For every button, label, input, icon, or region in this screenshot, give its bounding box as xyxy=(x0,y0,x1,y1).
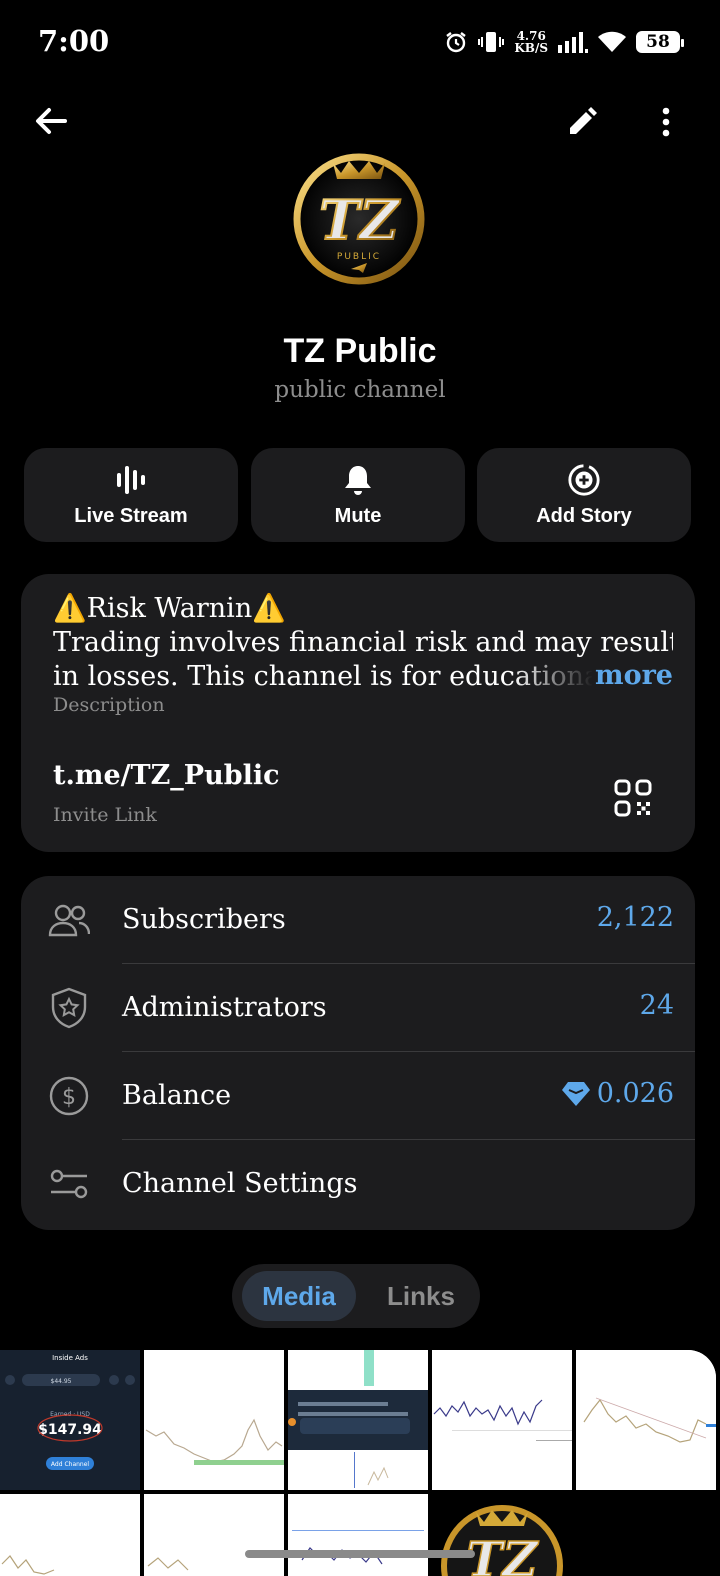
live-stream-button[interactable]: Live Stream xyxy=(24,448,238,542)
invite-link[interactable]: t.me/TZ_Public xyxy=(53,760,280,791)
tab-links[interactable]: Links xyxy=(370,1271,472,1321)
invite-link-caption: Invite Link xyxy=(53,804,157,826)
more-link[interactable]: more xyxy=(595,660,673,691)
ad-card-button: Add Channel xyxy=(51,1461,89,1468)
dollar-circle-icon: $ xyxy=(47,1074,91,1118)
svg-text:$: $ xyxy=(62,1085,76,1110)
administrators-row[interactable]: Administrators 24 xyxy=(21,964,695,1052)
alarm-icon xyxy=(444,30,468,54)
chart-screenshot xyxy=(288,1494,428,1576)
bell-icon xyxy=(341,463,375,497)
status-time: 7:00 xyxy=(38,24,110,58)
ads-screenshot: Inside Ads $44.95 Earned · USD $147.94 A… xyxy=(0,1350,140,1490)
description[interactable]: ⚠️Risk Warnin⚠️ Trading involves financi… xyxy=(53,592,673,694)
channel-type: public channel xyxy=(274,377,446,403)
qr-code-icon xyxy=(614,779,652,817)
balance-row[interactable]: $ Balance 0.026 xyxy=(21,1052,695,1140)
add-story-button[interactable]: Add Story xyxy=(477,448,691,542)
stats-card: Subscribers 2,122 Administrators 24 $ Ba… xyxy=(21,876,695,1230)
chart-screenshot xyxy=(432,1350,572,1490)
chart-screenshot xyxy=(144,1494,284,1576)
administrators-value: 24 xyxy=(639,990,674,1021)
net-speed: 4.76 KB/S xyxy=(514,30,548,54)
live-stream-icon xyxy=(114,463,148,497)
vibrate-icon xyxy=(478,30,505,54)
edit-button[interactable] xyxy=(560,100,604,144)
media-thumbnail[interactable] xyxy=(144,1494,284,1576)
info-card: ⚠️Risk Warnin⚠️ Trading involves financi… xyxy=(21,574,695,852)
add-story-label: Add Story xyxy=(536,504,632,527)
balance-label: Balance xyxy=(122,1080,232,1111)
channel-settings-row[interactable]: Channel Settings xyxy=(21,1140,695,1228)
media-thumbnail[interactable] xyxy=(576,1350,716,1490)
description-line: in losses. This channel is for education… xyxy=(53,661,593,692)
chat-screenshot xyxy=(288,1350,428,1490)
description-line: Trading involves financial risk and may … xyxy=(53,627,673,658)
channel-settings-label: Channel Settings xyxy=(122,1168,358,1199)
media-grid: Inside Ads $44.95 Earned · USD $147.94 A… xyxy=(0,1350,720,1576)
more-options-button[interactable] xyxy=(644,100,688,144)
media-thumbnail[interactable] xyxy=(432,1350,572,1490)
shield-star-icon xyxy=(47,986,91,1030)
svg-text:TZ: TZ xyxy=(467,1532,540,1576)
status-bar: 7:00 4.76 KB/S 58 xyxy=(0,0,720,84)
administrators-label: Administrators xyxy=(122,992,327,1023)
mute-button[interactable]: Mute xyxy=(251,448,465,542)
qr-code-button[interactable] xyxy=(609,774,657,822)
svg-text:TZ: TZ xyxy=(319,188,401,252)
media-thumbnail[interactable]: Inside Ads $44.95 Earned · USD $147.94 A… xyxy=(0,1350,140,1490)
ad-card-earned: $147.94 xyxy=(38,1422,102,1438)
media-thumbnail[interactable] xyxy=(0,1494,140,1576)
settings-sliders-icon xyxy=(47,1162,91,1206)
balance-value: 0.026 xyxy=(561,1078,674,1109)
media-thumbnail[interactable]: TZ xyxy=(432,1494,572,1576)
live-stream-label: Live Stream xyxy=(74,504,188,527)
battery-level: 58 xyxy=(646,32,670,52)
add-story-icon xyxy=(567,463,601,497)
balance-amount: 0.026 xyxy=(596,1078,674,1109)
channel-logo-thumbnail: TZ xyxy=(432,1494,572,1576)
back-button[interactable] xyxy=(30,100,72,142)
more-vert-icon xyxy=(662,107,670,137)
wifi-icon xyxy=(598,31,626,53)
users-icon xyxy=(47,898,91,942)
channel-name: TZ Public xyxy=(283,332,437,370)
channel-logo: TZ PUBLIC xyxy=(285,143,433,291)
ad-card-title: Inside Ads xyxy=(52,1354,88,1362)
arrow-left-icon xyxy=(36,108,67,134)
chart-screenshot xyxy=(576,1350,716,1490)
channel-avatar[interactable]: TZ PUBLIC xyxy=(285,143,433,291)
ad-card-balance: $44.95 xyxy=(51,1378,72,1385)
tab-media[interactable]: Media xyxy=(242,1271,356,1321)
media-thumbnail[interactable] xyxy=(144,1350,284,1490)
chart-screenshot xyxy=(144,1350,284,1490)
signal-icon xyxy=(558,31,588,53)
mute-label: Mute xyxy=(334,504,382,527)
battery-icon: 58 xyxy=(636,31,684,53)
media-thumbnail[interactable] xyxy=(288,1494,428,1576)
svg-text:PUBLIC: PUBLIC xyxy=(337,252,381,262)
diamond-icon xyxy=(561,1081,590,1106)
description-caption: Description xyxy=(53,694,165,716)
media-thumbnail[interactable] xyxy=(288,1350,428,1490)
subscribers-label: Subscribers xyxy=(122,904,286,935)
description-line: ⚠️Risk Warnin⚠️ xyxy=(53,593,286,624)
pencil-icon xyxy=(570,107,597,134)
chart-screenshot xyxy=(0,1494,140,1576)
status-icons: 4.76 KB/S 58 xyxy=(444,26,684,58)
subscribers-row[interactable]: Subscribers 2,122 xyxy=(21,876,695,964)
net-speed-unit: KB/S xyxy=(514,41,548,55)
subscribers-value: 2,122 xyxy=(596,902,674,933)
media-tab-bar: Media Links xyxy=(232,1264,480,1328)
home-indicator[interactable] xyxy=(245,1550,475,1558)
